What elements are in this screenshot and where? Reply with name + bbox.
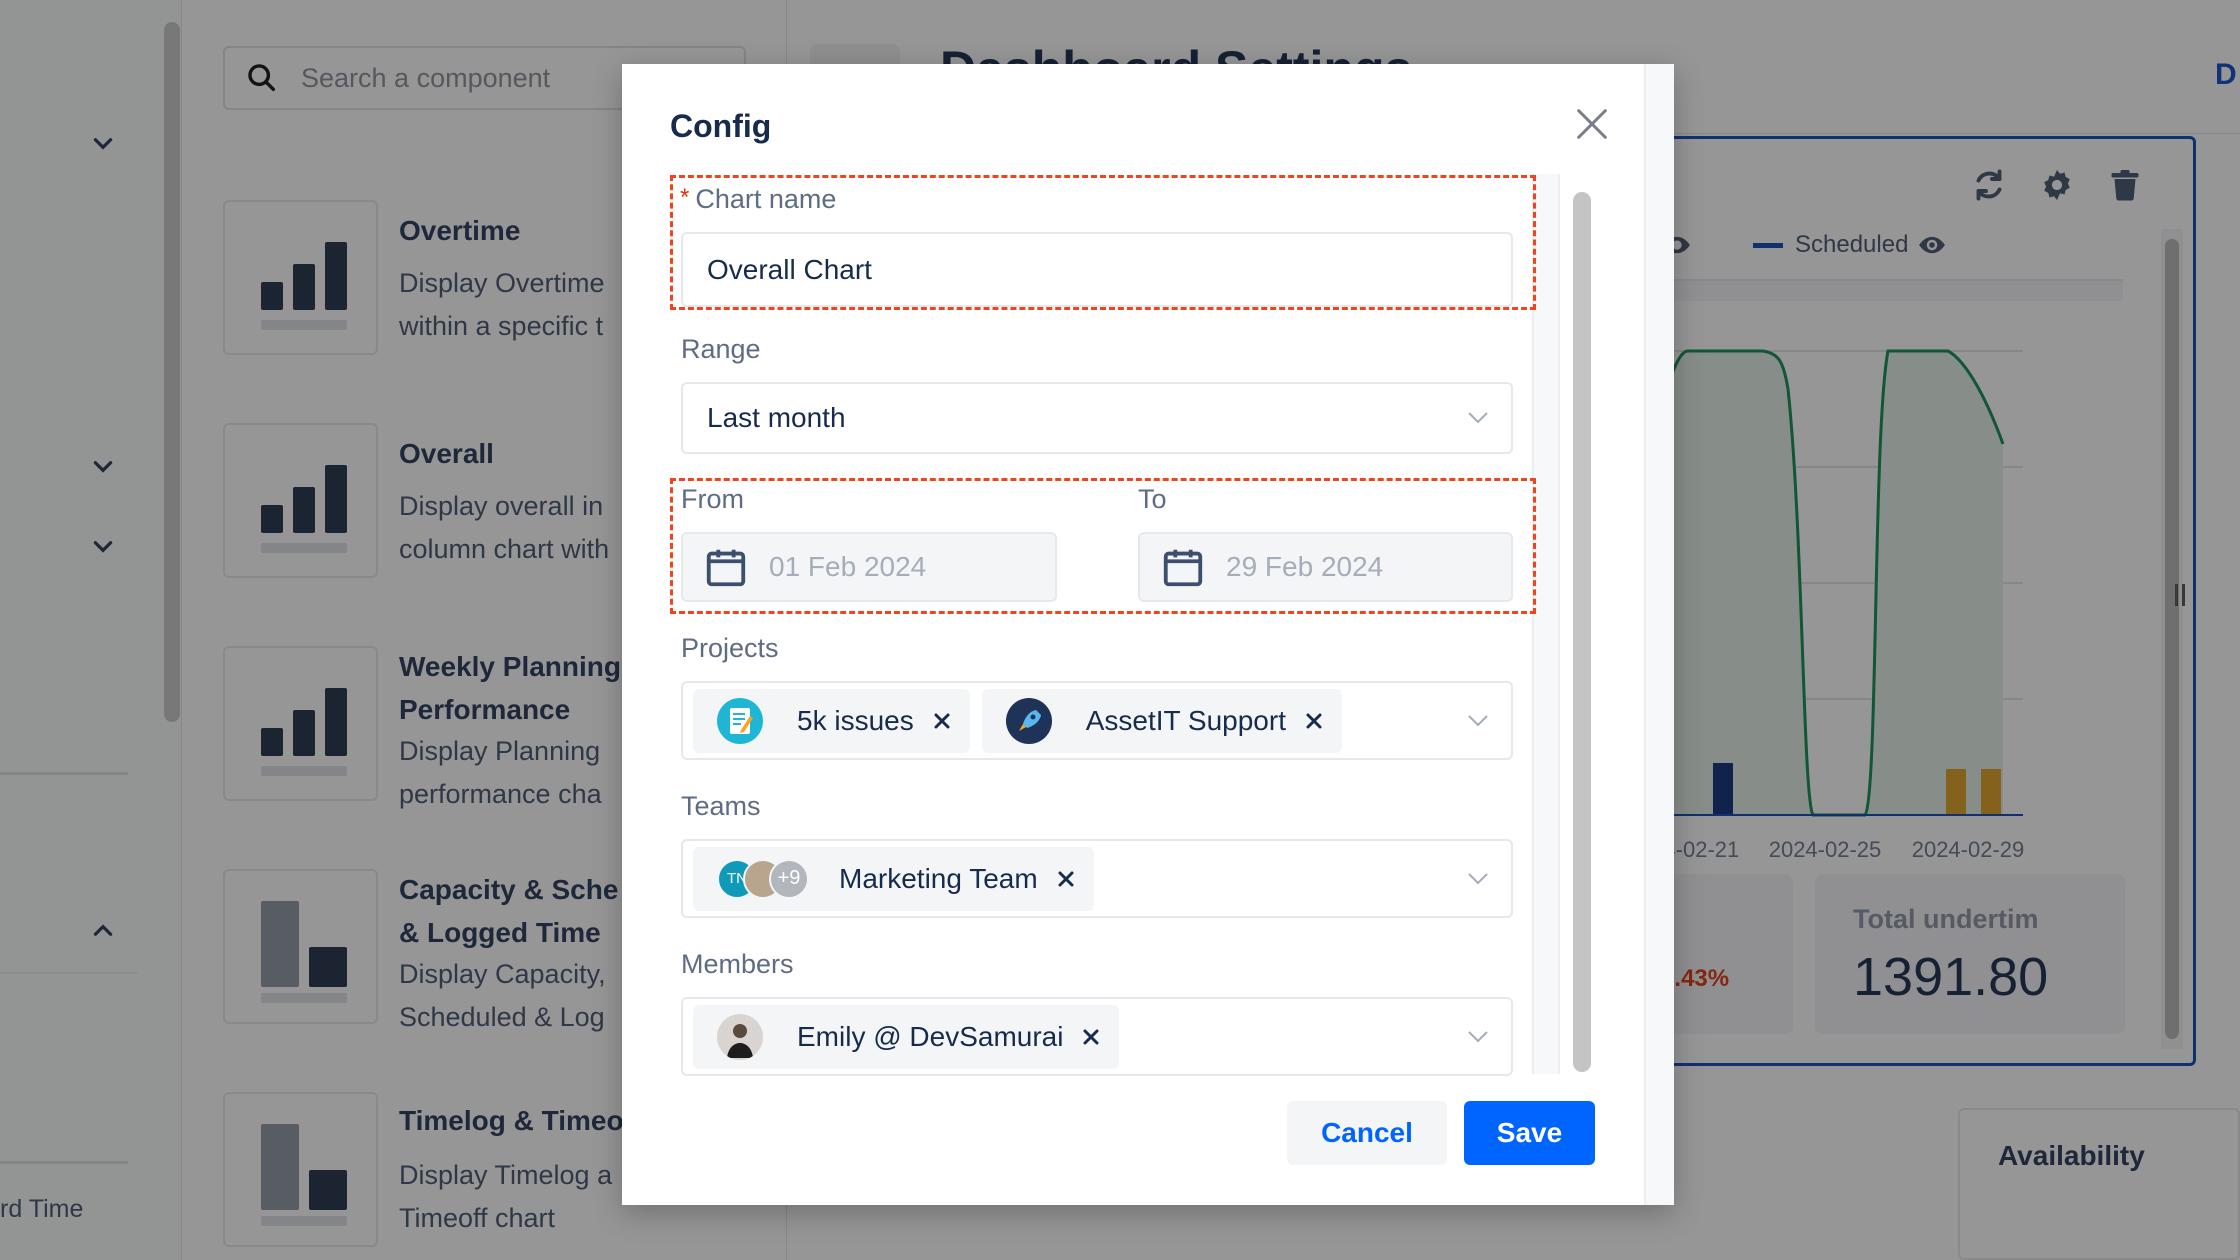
teams-label: Teams xyxy=(681,791,761,821)
to-label: To xyxy=(1138,484,1167,514)
projects-label: Projects xyxy=(681,633,779,663)
teams-select[interactable]: TN +9 Marketing Team xyxy=(681,839,1513,918)
config-modal: Config * Chart name Overall Chart Range L… xyxy=(622,64,1674,1205)
to-date-input[interactable]: 29 Feb 2024 xyxy=(1138,532,1513,602)
member-chip: Emily @ DevSamurai xyxy=(693,1004,1120,1069)
project-name: 5k issues xyxy=(797,704,914,736)
rocket-icon xyxy=(1005,697,1052,744)
chevron-down-icon xyxy=(1467,411,1489,425)
form-scrollbar-track xyxy=(1532,174,1560,1074)
close-icon xyxy=(1577,109,1607,139)
from-label: From xyxy=(681,484,744,514)
chart-name-label: * Chart name xyxy=(680,184,836,215)
required-mark: * xyxy=(680,184,690,211)
from-date-input[interactable]: 01 Feb 2024 xyxy=(681,532,1057,602)
chart-name-input[interactable]: Overall Chart xyxy=(681,232,1513,307)
team-chip: TN +9 Marketing Team xyxy=(693,846,1094,911)
team-avatars: TN +9 xyxy=(717,858,809,899)
save-button[interactable]: Save xyxy=(1464,1101,1595,1165)
chevron-down-icon xyxy=(1467,1030,1489,1044)
chart-name-value: Overall Chart xyxy=(707,253,872,285)
members-select[interactable]: Emily @ DevSamurai xyxy=(681,997,1513,1076)
members-label: Members xyxy=(681,949,794,979)
modal-rail xyxy=(1644,64,1674,1205)
to-date-value: 29 Feb 2024 xyxy=(1226,551,1384,582)
cancel-button[interactable]: Cancel xyxy=(1287,1101,1447,1165)
chevron-down-icon xyxy=(1467,872,1489,886)
modal-title: Config xyxy=(670,108,772,144)
member-name: Emily @ DevSamurai xyxy=(797,1020,1064,1052)
notes-icon xyxy=(717,697,763,744)
chevron-down-icon xyxy=(1467,714,1489,728)
project-chip: AssetIT Support xyxy=(981,688,1342,753)
remove-icon[interactable] xyxy=(1056,869,1076,889)
chart-name-label-text: Chart name xyxy=(695,184,837,214)
close-button[interactable] xyxy=(1572,104,1612,144)
project-name: AssetIT Support xyxy=(1085,704,1286,736)
calendar-icon xyxy=(1163,549,1203,587)
remove-icon[interactable] xyxy=(932,711,952,731)
project-chip: 5k issues xyxy=(693,688,970,753)
range-value: Last month xyxy=(707,402,846,433)
range-select[interactable]: Last month xyxy=(681,382,1513,454)
projects-select[interactable]: 5k issues AssetIT Support xyxy=(681,681,1513,760)
range-label: Range xyxy=(681,334,761,364)
avatar xyxy=(717,1013,763,1060)
remove-icon[interactable] xyxy=(1304,711,1324,731)
avatar-more-count: +9 xyxy=(769,858,809,899)
from-date-value: 01 Feb 2024 xyxy=(769,551,927,582)
team-name: Marketing Team xyxy=(839,862,1038,894)
form-scrollbar[interactable] xyxy=(1573,192,1591,1072)
calendar-icon xyxy=(706,549,746,587)
remove-icon[interactable] xyxy=(1081,1027,1101,1047)
